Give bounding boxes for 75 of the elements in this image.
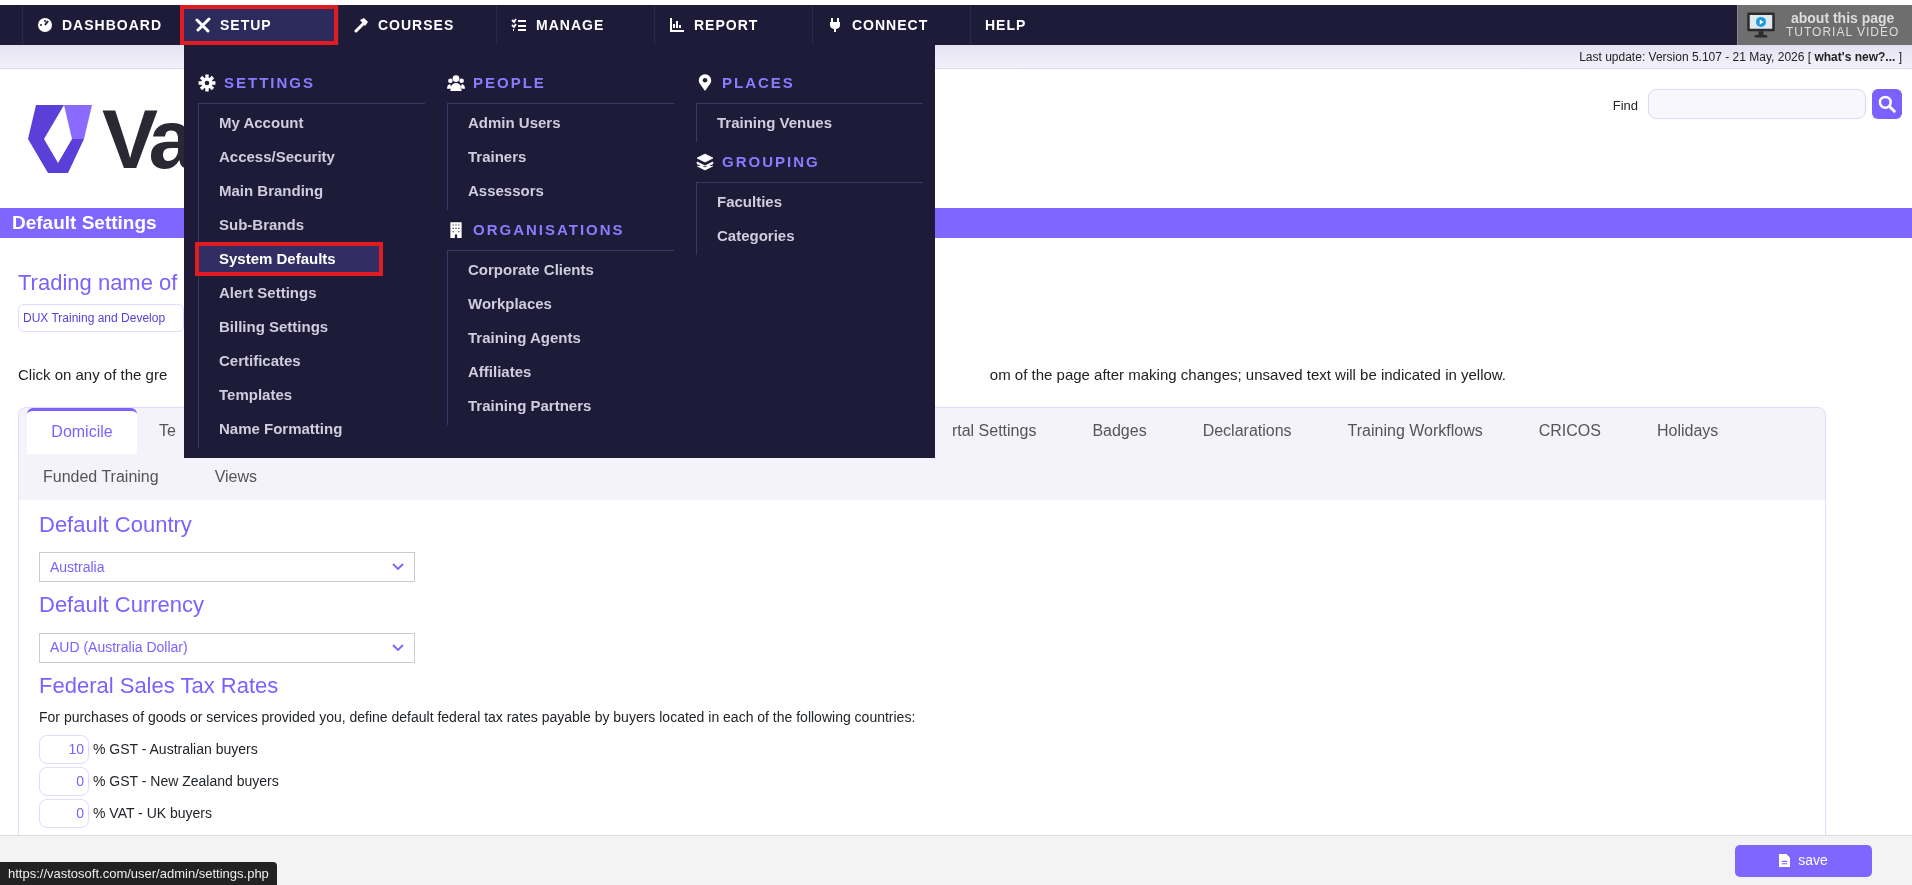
chevron-down-icon: [392, 643, 404, 652]
monitor-play-icon: [1746, 10, 1776, 40]
layers-icon: [696, 153, 714, 171]
menu-group-heading: PEOPLE: [473, 72, 546, 93]
menu-item[interactable]: Main Branding: [199, 174, 425, 208]
menu-item[interactable]: Assessors: [448, 174, 674, 208]
tab[interactable]: Te: [137, 407, 176, 454]
find-label: Find: [1612, 97, 1638, 115]
whats-new-link[interactable]: what's new?...: [1814, 50, 1896, 64]
tab[interactable]: Declarations: [1174, 407, 1320, 454]
menu-item[interactable]: Training Agents: [448, 321, 674, 355]
instruction-text: om of the page after making changes; unsaved text will be indicated in yellow.: [989, 365, 1506, 386]
menu-item[interactable]: Trainers: [448, 140, 674, 174]
description-text: For purchases of goods or services provided you, define default federal tax rates payable by buyers located in each of the following countries:: [39, 708, 917, 728]
menu-group-heading: GROUPING: [722, 151, 820, 172]
menu-item[interactable]: My Account: [199, 106, 425, 140]
status-url-tooltip: https://vastosoft.com/user/admin/settings.php: [0, 861, 277, 885]
tab[interactable]: rtal Settings: [923, 407, 1065, 454]
chevron-down-icon: [392, 563, 404, 572]
tab[interactable]: Views: [186, 453, 286, 500]
instruction-text: Click on any of the gre: [18, 365, 168, 386]
save-button[interactable]: save: [1735, 844, 1872, 877]
nav-menu-item[interactable]: SETUP: [180, 5, 338, 45]
trading-name-field[interactable]: DUX Training and Develop: [18, 304, 184, 333]
menu-item[interactable]: System Defaults: [195, 242, 383, 276]
rate-field[interactable]: 0: [39, 766, 89, 796]
hammer-icon: [353, 17, 369, 33]
rate-label: % VAT - UK buyers: [93, 803, 213, 823]
update-text: Last update: Version 5.107 - 21 May, 2026 [: [1579, 50, 1812, 64]
menu-group-heading: SETTINGS: [224, 72, 315, 93]
menu-item[interactable]: Billing Settings: [199, 310, 425, 344]
menu-item[interactable]: Training Partners: [448, 389, 674, 423]
menu-item[interactable]: Name Formatting: [199, 412, 425, 446]
plug-icon: [827, 17, 843, 33]
menu-item[interactable]: Corporate Clients: [448, 253, 674, 287]
checklist-icon: [511, 17, 527, 33]
menu-item[interactable]: Workplaces: [448, 287, 674, 321]
find-field[interactable]: [1648, 89, 1866, 119]
bracket-text: ]: [1898, 50, 1902, 64]
select-field[interactable]: Australia: [39, 552, 415, 583]
rate-label: % GST - Australian buyers: [93, 739, 258, 759]
section-heading: Default Country: [39, 511, 193, 539]
menu-item[interactable]: Access/Security: [199, 140, 425, 174]
menu-group-heading: PLACES: [722, 72, 795, 93]
menu-group-heading: ORGANISATIONS: [473, 219, 625, 240]
menu-item[interactable]: Alert Settings: [199, 276, 425, 310]
section-heading: Default Currency: [39, 592, 206, 619]
search-icon: [1878, 95, 1896, 113]
menu-item[interactable]: Admin Users: [448, 106, 674, 140]
menu-item[interactable]: Templates: [199, 378, 425, 412]
chart-icon: [669, 17, 685, 33]
menu-item[interactable]: Certificates: [199, 344, 425, 378]
tab[interactable]: Holidays: [1629, 407, 1747, 454]
rate-field[interactable]: 0: [39, 798, 89, 828]
rate-field[interactable]: 10: [39, 734, 89, 764]
document-icon: [1779, 854, 1791, 867]
menu-item[interactable]: Affiliates: [448, 355, 674, 389]
tab[interactable]: Training Workflows: [1319, 407, 1511, 454]
section-heading: Trading name of: [18, 270, 178, 297]
tab[interactable]: CRICOS: [1510, 407, 1629, 454]
gear-icon: [198, 74, 216, 92]
menu-item[interactable]: Training Venues: [697, 106, 923, 140]
building-icon: [447, 221, 465, 239]
tab[interactable]: Domicile: [27, 407, 137, 454]
tools-icon: [195, 17, 211, 33]
tab[interactable]: Badges: [1064, 407, 1175, 454]
tab[interactable]: Funded Training: [19, 453, 187, 500]
search-button[interactable]: [1872, 89, 1902, 119]
map-pin-icon: [696, 74, 714, 92]
people-icon: [447, 74, 465, 92]
tutorial-video-button[interactable]: about this page TUTORIAL VIDEO: [1737, 5, 1912, 45]
section-heading: Federal Sales Tax Rates: [39, 672, 280, 700]
dashboard-icon: [37, 17, 53, 33]
select-field[interactable]: AUD (Australia Dollar): [39, 632, 415, 663]
rate-label: % GST - New Zealand buyers: [93, 771, 279, 791]
